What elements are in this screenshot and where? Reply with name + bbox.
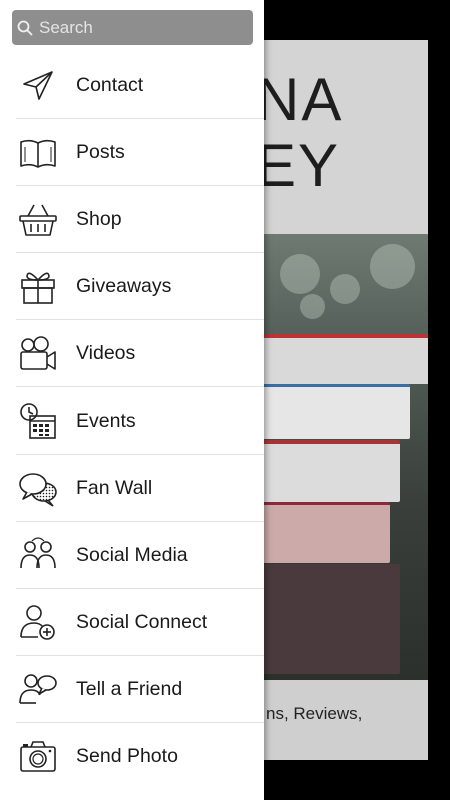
gift-icon — [18, 267, 58, 307]
menu-item-posts[interactable]: Posts — [0, 119, 264, 187]
search-input[interactable] — [39, 17, 239, 38]
menu-item-label: Contact — [76, 74, 144, 97]
menu-item-social-media[interactable]: Social Media — [0, 522, 264, 589]
camera-icon — [18, 736, 58, 776]
background-title-line-1: NA — [256, 66, 344, 133]
menu-item-label: Tell a Friend — [76, 677, 183, 700]
search-icon — [17, 20, 33, 36]
calendar-clock-icon — [18, 401, 58, 441]
add-user-icon — [18, 602, 58, 642]
menu-item-social-connect[interactable]: Social Connect — [0, 589, 264, 656]
shopping-basket-icon — [18, 200, 58, 240]
menu-item-label: Giveaways — [76, 275, 172, 298]
search-bar[interactable] — [12, 10, 253, 45]
menu-item-label: Social Connect — [76, 610, 208, 633]
people-group-icon — [18, 535, 58, 575]
menu-item-shop[interactable]: Shop — [0, 186, 264, 254]
menu-item-events[interactable]: Events — [0, 387, 264, 455]
video-camera-icon — [18, 334, 58, 374]
menu-item-giveaways[interactable]: Giveaways — [0, 253, 264, 321]
menu-item-label: Events — [76, 409, 136, 432]
menu-item-videos[interactable]: Videos — [0, 320, 264, 388]
menu-item-label: Videos — [76, 342, 136, 365]
menu-list: Contact Posts Shop Giveaways Videos Even… — [0, 52, 264, 790]
open-book-icon — [18, 133, 58, 173]
menu-item-label: Fan Wall — [76, 476, 153, 499]
menu-item-label: Shop — [76, 208, 122, 231]
side-drawer: Contact Posts Shop Giveaways Videos — [0, 0, 264, 800]
paper-plane-icon — [18, 66, 58, 106]
menu-item-contact[interactable]: Contact — [0, 52, 264, 120]
background-title-line-2: EY — [256, 132, 341, 199]
menu-item-label: Posts — [76, 141, 125, 164]
chat-bubbles-icon — [18, 468, 58, 508]
background-caption: ns, Reviews, — [266, 704, 363, 723]
tell-friend-icon — [18, 669, 58, 709]
menu-item-tell-a-friend[interactable]: Tell a Friend — [0, 656, 264, 724]
menu-item-fan-wall[interactable]: Fan Wall — [0, 455, 264, 522]
menu-item-send-photo[interactable]: Send Photo — [0, 723, 264, 790]
menu-item-label: Social Media — [76, 543, 188, 566]
menu-item-label: Send Photo — [76, 744, 178, 767]
